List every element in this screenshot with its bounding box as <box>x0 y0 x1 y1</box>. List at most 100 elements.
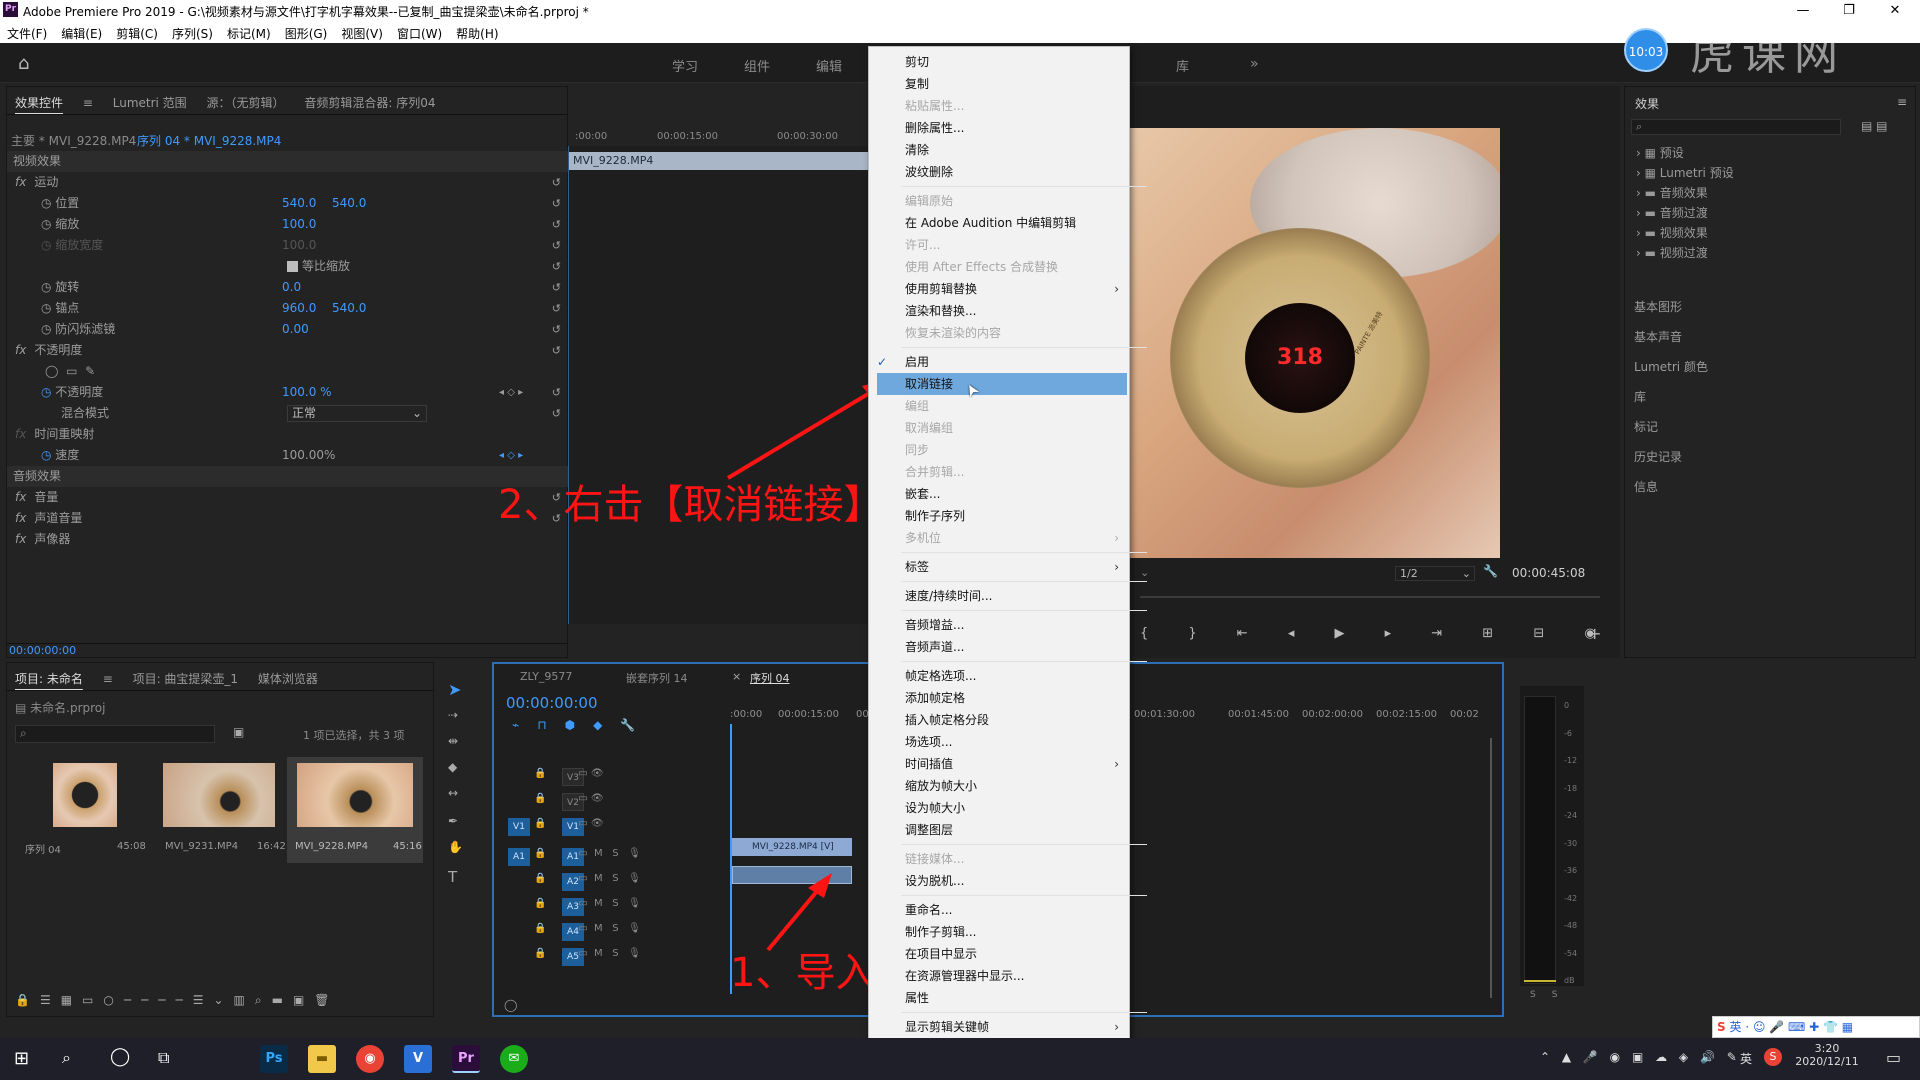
source-a1[interactable]: A1 <box>508 848 530 866</box>
system-tray-icons[interactable]: ⌃ ▲ 🎤 ◉ ▣ ☁ ◈ 🔊 ✎ <box>1540 1050 1741 1064</box>
sogou-icon[interactable]: S <box>1764 1048 1782 1066</box>
menu-graphics[interactable]: 图形(G) <box>278 21 335 42</box>
task-view-icon[interactable]: ⧉ <box>158 1048 169 1068</box>
vpn-app-icon[interactable]: V <box>404 1045 432 1073</box>
blend-row[interactable]: 混合模式 正常 ⌄ ↺ <box>7 403 569 424</box>
zoom-chevron-icon[interactable]: ⌄ <box>1140 566 1149 579</box>
panel-menu-icon[interactable]: ≡ <box>75 89 101 110</box>
clip-video[interactable]: MVI_9228.MP4 [V] <box>732 838 852 856</box>
workspace-assembly[interactable]: 组件 <box>744 56 770 75</box>
stopwatch-icon[interactable]: ◷ <box>41 196 55 210</box>
resolution-select[interactable]: 1/2 ⌄ <box>1395 566 1475 581</box>
add-button-icon[interactable]: + <box>1588 624 1601 643</box>
context-menu-item[interactable]: 在资源管理器中显示... <box>905 965 1024 987</box>
anchor-x[interactable]: 960.0 <box>282 298 316 319</box>
wechat-icon[interactable]: ✉ <box>500 1045 528 1073</box>
opacity-value[interactable]: 100.0 % <box>282 382 332 403</box>
section-essential-graphics[interactable]: 基本图形 <box>1634 298 1682 315</box>
folder-lumetri-presets[interactable]: › ▦ Lumetri 预设 <box>1636 164 1734 181</box>
tab-source[interactable]: 源：（无剪辑） <box>199 87 293 111</box>
opacity-group-row[interactable]: fx 不透明度 ↺ <box>7 340 569 361</box>
ellipse-mask-icon[interactable]: ◯ <box>45 364 58 378</box>
timeline-timecode[interactable]: 00:00:00:00 <box>506 694 598 712</box>
menu-markers[interactable]: 标记(M) <box>220 21 278 42</box>
ec-timecode[interactable]: 00:00:00:00 <box>7 643 567 657</box>
context-menu-item[interactable]: 制作子剪辑... <box>905 921 976 943</box>
workspace-editing[interactable]: 编辑 <box>816 56 842 75</box>
program-scrub-bar[interactable] <box>1140 596 1600 598</box>
new-bin-icon-2[interactable]: ▣ <box>233 725 244 739</box>
new-bin-icon[interactable]: ▤ ▤ <box>1861 119 1888 133</box>
timeline-h-scrollbar[interactable]: ◯ <box>504 998 804 1012</box>
a2-controls[interactable]: 🔒 ▭ M S 🎙 <box>534 873 641 884</box>
tab-lumetri-scopes[interactable]: Lumetri 范围 <box>105 87 195 111</box>
track-select-tool-icon[interactable]: ⇢ <box>448 708 458 722</box>
position-row[interactable]: ◷ 位置 540.0 540.0 ↺ <box>7 193 569 214</box>
project-item-sequence[interactable]: 序列 04 45:08 <box>17 759 146 863</box>
chrome-icon[interactable]: ◉ <box>356 1045 384 1073</box>
context-menu-item[interactable]: 剪切 <box>905 51 929 73</box>
workspace-libraries[interactable]: 库 <box>1176 56 1189 75</box>
opacity-row[interactable]: ◷ 不透明度 100.0 % ◂ ◇ ▸ ↺ <box>7 382 569 403</box>
context-menu-item[interactable]: 在 Adobe Audition 中编辑剪辑 <box>905 212 1076 234</box>
close-tab-icon[interactable]: × <box>732 670 741 683</box>
context-menu-item[interactable]: 标签 <box>905 556 929 578</box>
context-menu-item[interactable]: 设为帧大小 <box>905 797 965 819</box>
context-menu-item[interactable]: 制作子序列 <box>905 505 965 527</box>
pen-tool-icon[interactable]: ✒ <box>448 814 458 828</box>
menu-help[interactable]: 帮助(H) <box>449 21 505 42</box>
program-timecode[interactable]: 00:00:45:08 <box>1512 566 1585 580</box>
context-menu-item[interactable]: 音频声道... <box>905 636 964 658</box>
section-info[interactable]: 信息 <box>1634 478 1658 495</box>
scale-row[interactable]: ◷ 缩放 100.0 ↺ <box>7 214 569 235</box>
volume-row[interactable]: fx 音量 ↺ <box>7 487 569 508</box>
position-x[interactable]: 540.0 <box>282 193 316 214</box>
effects-menu-icon[interactable]: ≡ <box>1897 95 1907 109</box>
ime-toolbar[interactable]: S 英 · ☺ 🎤 ⌨ ✚ 👕 ▦ <box>1712 1016 1920 1038</box>
tab-media-browser[interactable]: 媒体浏览器 <box>250 663 326 687</box>
time-remap-row[interactable]: fx 时间重映射 <box>7 424 569 445</box>
context-menu-item[interactable]: 属性 <box>905 987 929 1009</box>
workspace-learn[interactable]: 学习 <box>672 56 698 75</box>
program-video-frame[interactable]: 318 PAINTE 派美特 <box>1130 128 1500 558</box>
antiflicker-value[interactable]: 0.00 <box>282 319 309 340</box>
master-clip-label[interactable]: 主要 * MVI_9228.MP4 <box>11 132 136 149</box>
tab-project-untitled[interactable]: 项目: 未命名 <box>7 663 91 687</box>
antiflicker-row[interactable]: ◷ 防闪烁滤镜 0.00 ↺ <box>7 319 569 340</box>
context-menu-item[interactable]: 插入帧定格分段 <box>905 709 989 731</box>
tab-zly9577[interactable]: ZLY_9577 <box>520 670 572 683</box>
tab-audio-mixer[interactable]: 音频剪辑混合器: 序列04 <box>296 87 443 111</box>
clock[interactable]: 3:20 2020/12/11 <box>1784 1042 1870 1068</box>
anchor-y[interactable]: 540.0 <box>332 298 366 319</box>
context-menu-item[interactable]: 音频增益... <box>905 614 964 636</box>
sequence-clip-label[interactable]: 序列 04 * MVI_9228.MP4 <box>137 132 281 149</box>
context-menu-item[interactable]: 启用 <box>905 351 929 373</box>
solo-buttons[interactable]: SS <box>1530 990 1573 1000</box>
search-icon[interactable]: ⌕ <box>62 1048 71 1068</box>
context-menu-item[interactable]: 场选项... <box>905 731 952 753</box>
folder-presets[interactable]: › ▦ 预设 <box>1636 144 1684 161</box>
ime-tools-icons[interactable]: · ☺ 🎤 ⌨ ✚ 👕 ▦ <box>1745 1020 1853 1034</box>
context-menu-item[interactable]: 使用剪辑替换 <box>905 278 977 300</box>
a5-controls[interactable]: 🔒 ▭ M S 🎙 <box>534 948 641 959</box>
folder-video-effects[interactable]: › ▬ 视频效果 <box>1636 224 1708 241</box>
premiere-taskbar-icon[interactable]: Pr <box>452 1045 480 1073</box>
project-menu-icon[interactable]: ≡ <box>95 665 121 686</box>
context-menu-item[interactable]: 删除属性... <box>905 117 964 139</box>
speed-keyframe-icon[interactable]: ◂ ◇ ▸ <box>499 445 523 466</box>
notification-icon[interactable]: ▭ <box>1886 1048 1901 1067</box>
section-history[interactable]: 历史记录 <box>1634 448 1682 465</box>
context-menu-item[interactable]: 帧定格选项... <box>905 665 976 687</box>
context-menu-item[interactable]: 嵌套... <box>905 483 940 505</box>
ripple-edit-tool-icon[interactable]: ⇹ <box>448 734 458 748</box>
panner-row[interactable]: fx 声像器 <box>7 529 569 550</box>
type-tool-icon[interactable]: T <box>448 868 457 886</box>
context-menu-item[interactable]: 缩放为帧大小 <box>905 775 977 797</box>
context-menu-item[interactable]: 波纹删除 <box>905 161 953 183</box>
file-explorer-icon[interactable]: ▬ <box>308 1045 336 1073</box>
project-item-mvi9231[interactable]: MVI_9231.MP4 16:42 <box>153 759 286 863</box>
folder-audio-transitions[interactable]: › ▬ 音频过渡 <box>1636 204 1708 221</box>
slip-tool-icon[interactable]: ↔ <box>448 786 458 800</box>
context-menu-item[interactable]: 设为脱机... <box>905 870 964 892</box>
menu-sequence[interactable]: 序列(S) <box>165 21 220 42</box>
